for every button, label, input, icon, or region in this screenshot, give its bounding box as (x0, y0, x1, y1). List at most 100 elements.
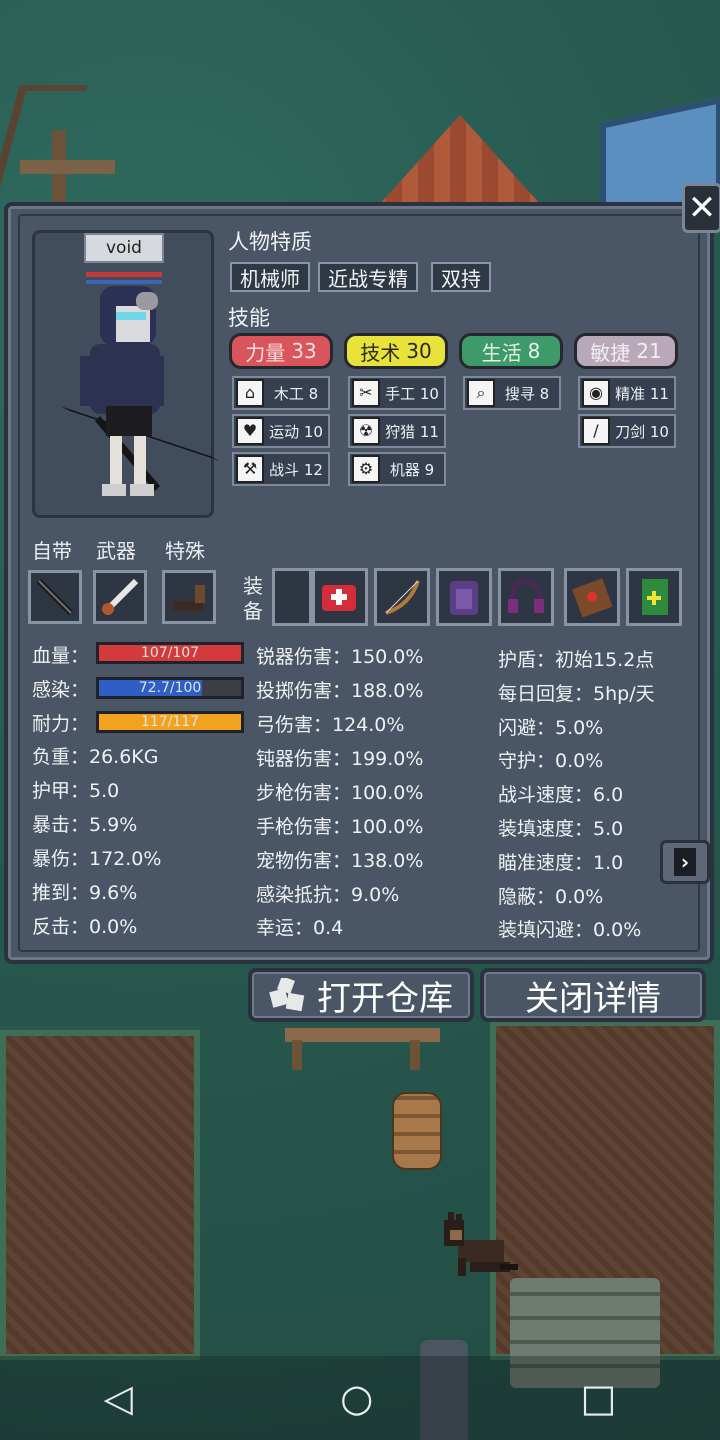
skills-title: 技能 (228, 306, 270, 330)
headphones-icon (508, 578, 544, 613)
stat-pistol-damage: 手枪伤害：100.0% (256, 816, 424, 838)
skill-label: 手工 10 (385, 384, 439, 403)
barrel[interactable] (392, 1092, 442, 1170)
stat-shield: 护盾：初始15.2点 (498, 649, 655, 671)
special-slot-label: 特殊 (165, 539, 205, 563)
home-icon[interactable]: ○ (340, 1376, 373, 1420)
scissors-icon: ✂ (352, 379, 380, 407)
skill-label: 狩猎 11 (385, 422, 439, 441)
skill-carpentry[interactable]: ⌂ 木工 8 (232, 376, 330, 410)
attribute-strength[interactable]: 力量 33 (229, 333, 333, 369)
recents-icon[interactable]: □ (580, 1376, 616, 1420)
dog-icon (173, 585, 205, 611)
weapon-slot[interactable] (93, 570, 147, 624)
traits-title: 人物特质 (228, 230, 312, 254)
stamina-label: 耐力： (32, 713, 90, 735)
trait-mechanic[interactable]: 机械师 (230, 262, 310, 292)
hp-label: 血量： (32, 645, 90, 667)
attribute-label: 敏捷 (590, 340, 631, 365)
close-details-button[interactable]: 关闭详情 (480, 968, 706, 1022)
skill-handcraft[interactable]: ✂ 手工 10 (348, 376, 446, 410)
eye-icon: ◉ (582, 379, 610, 407)
builtin-slot-label: 自带 (32, 539, 72, 563)
magnifier-icon: ⌕ (467, 379, 495, 407)
trait-dual-wield[interactable]: 双持 (431, 262, 491, 292)
stat-daily-regen: 每日回复：5hp/天 (498, 683, 655, 705)
stat-armor: 护甲：5.0 (32, 780, 120, 802)
skill-label: 木工 8 (273, 384, 319, 403)
skill-precision[interactable]: ◉ 精准 11 (578, 376, 676, 410)
character-name: void (84, 233, 164, 263)
close-icon[interactable]: ✕ (682, 183, 720, 233)
skill-blades[interactable]: / 刀剑 10 (578, 414, 676, 448)
stat-aim-speed: 瞄准速度：1.0 (498, 852, 624, 874)
axe-icon: ⚒ (236, 455, 264, 483)
skill-combat[interactable]: ⚒ 战斗 12 (232, 452, 330, 486)
open-storage-label: 打开仓库 (317, 978, 453, 1019)
radiation-icon: ☢ (352, 417, 380, 445)
gear-icon: ⚙ (352, 455, 380, 483)
bow-icon (385, 580, 420, 615)
stamina-bar: 117/117 (96, 711, 244, 733)
skill-sports[interactable]: ♥ 运动 10 (232, 414, 330, 448)
attribute-value: 21 (636, 339, 662, 363)
stat-reload-speed: 装填速度：5.0 (498, 818, 624, 840)
boxes-icon (269, 978, 305, 1012)
stat-pet-damage: 宠物伤害：138.0% (256, 850, 424, 872)
equip-slot-empty[interactable] (272, 568, 312, 626)
fence-rail (20, 160, 115, 174)
equip-slot-vest[interactable] (436, 568, 492, 626)
equip-slot-book[interactable] (564, 568, 620, 626)
book-icon (572, 578, 613, 618)
table-leg (292, 1040, 302, 1070)
skill-label: 战斗 12 (269, 460, 323, 479)
skill-search[interactable]: ⌕ 搜寻 8 (463, 376, 561, 410)
skill-label: 刀剑 10 (615, 422, 669, 441)
stat-guard: 守护：0.0% (498, 750, 604, 772)
stat-attack-speed: 战斗速度：6.0 (498, 784, 624, 806)
open-storage-button[interactable]: 打开仓库 (248, 968, 474, 1022)
chevron-right-icon: › (674, 848, 696, 876)
equip-slot-bow[interactable] (374, 568, 430, 626)
stat-sharp-damage: 锐器伤害：150.0% (256, 646, 424, 668)
stat-counter: 反击：0.0% (32, 916, 138, 938)
stat-crit-damage: 暴伤：172.0% (32, 848, 162, 870)
infection-label: 感染： (32, 679, 90, 701)
dirt-plot-left (0, 1030, 200, 1360)
skill-hunting[interactable]: ☢ 狩猎 11 (348, 414, 446, 448)
hp-value: 107/107 (140, 645, 200, 661)
attribute-value: 33 (291, 339, 317, 363)
equip-slot-medkit[interactable] (312, 568, 368, 626)
dog-pet[interactable] (440, 1212, 520, 1278)
equip-slot-headphones[interactable] (498, 568, 554, 626)
skill-label: 搜寻 8 (504, 384, 550, 403)
medkit-icon (322, 585, 356, 611)
portrait-health-bar (86, 272, 162, 277)
equipment-label: 装备 (243, 574, 263, 623)
infection-value: 72.7/100 (138, 680, 202, 696)
stat-bow-damage: 弓伤害：124.0% (256, 714, 405, 736)
stat-knockdown: 推到：9.6% (32, 882, 138, 904)
attribute-technique[interactable]: 技术 30 (344, 333, 448, 369)
attribute-agility[interactable]: 敏捷 21 (574, 333, 678, 369)
attribute-value: 8 (527, 339, 541, 363)
attribute-value: 30 (406, 339, 432, 363)
equip-slot-guide[interactable] (626, 568, 682, 626)
house-icon: ⌂ (236, 379, 264, 407)
attribute-life[interactable]: 生活 8 (459, 333, 563, 369)
attribute-label: 技术 (360, 340, 401, 365)
builtin-slot[interactable] (28, 570, 82, 624)
back-icon[interactable]: ◁ (104, 1376, 133, 1420)
character-sprite (60, 286, 220, 496)
hp-bar: 107/107 (96, 642, 244, 664)
skill-label: 精准 11 (615, 384, 669, 403)
special-slot[interactable] (162, 570, 216, 624)
skill-label: 机器 9 (389, 460, 435, 479)
trait-melee-specialist[interactable]: 近战专精 (318, 262, 418, 292)
stat-infection-resist: 感染抵抗：9.0% (256, 884, 400, 906)
skill-machinery[interactable]: ⚙ 机器 9 (348, 452, 446, 486)
next-page-button[interactable]: › (660, 840, 710, 884)
attribute-label: 生活 (481, 340, 522, 365)
stat-throw-damage: 投掷伤害：188.0% (256, 680, 424, 702)
stat-reload-dodge: 装填闪避：0.0% (498, 919, 642, 941)
